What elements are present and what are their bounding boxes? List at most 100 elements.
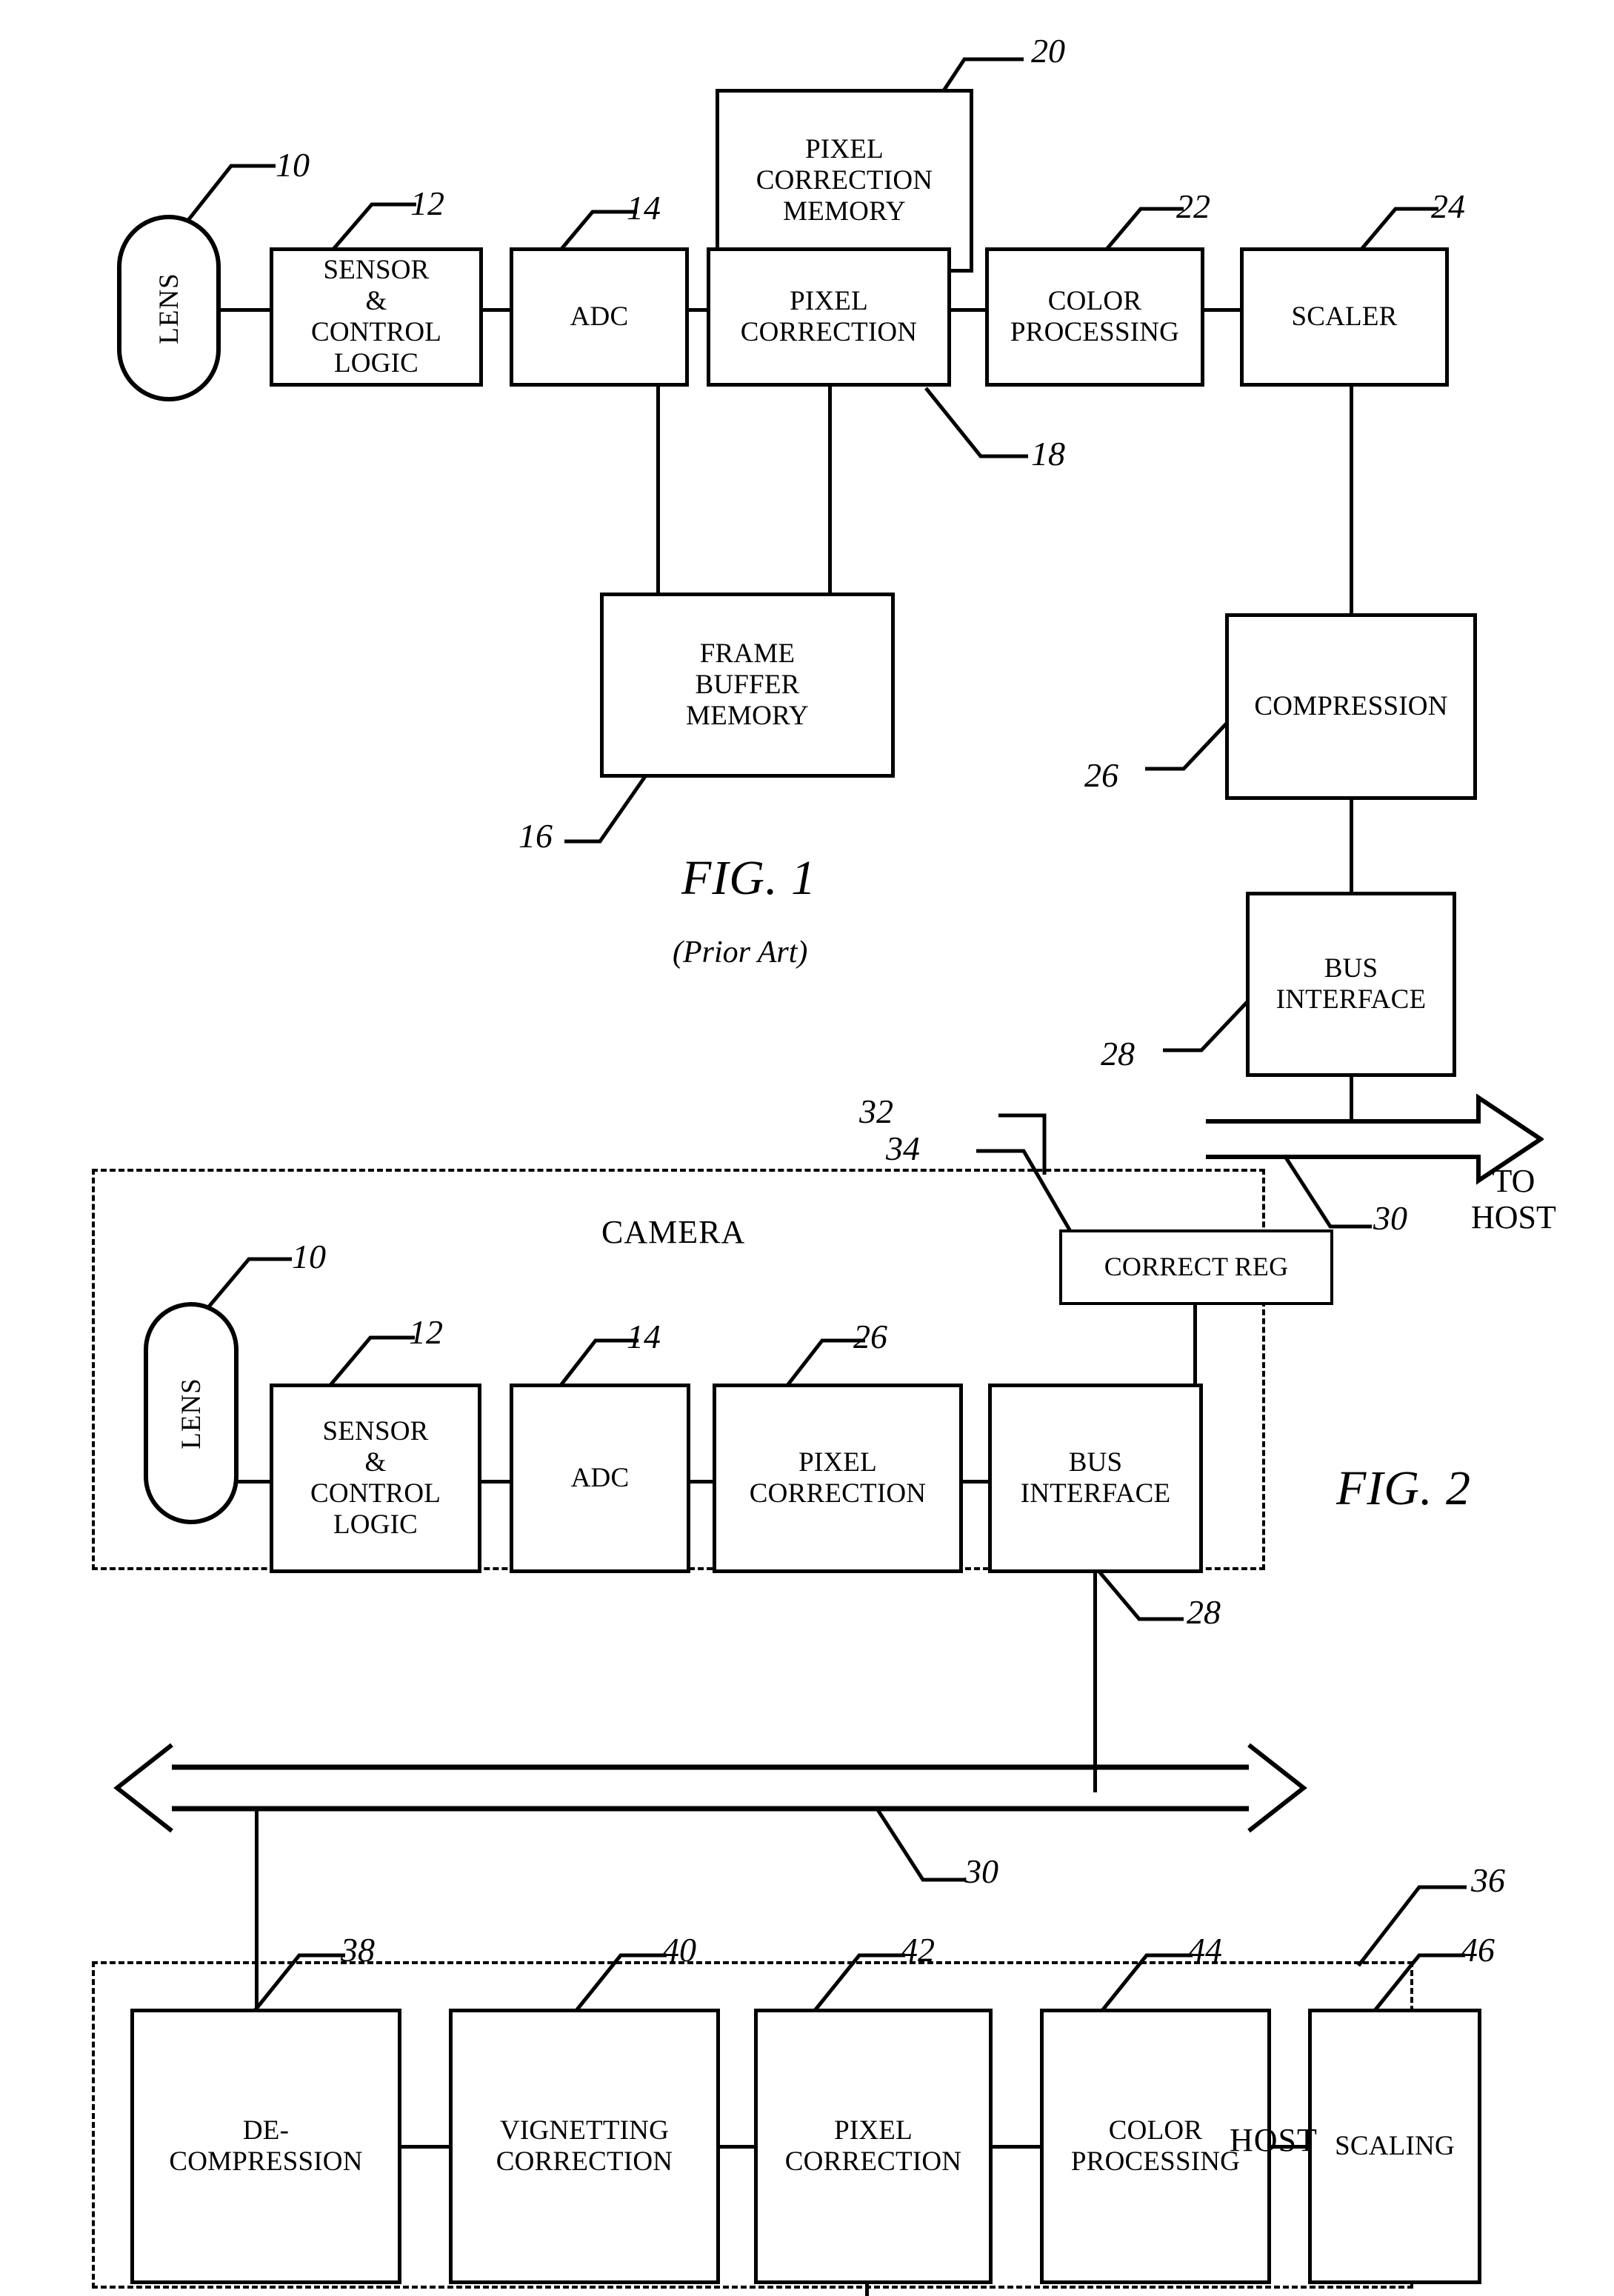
fig1-scaler-label: SCALER xyxy=(1291,301,1398,332)
fig2-leader-38 xyxy=(247,1943,356,2019)
fig1-color-processing-block: COLOR PROCESSING xyxy=(985,247,1204,387)
fig1-pixel-correction-label: PIXEL CORRECTION xyxy=(740,285,918,347)
fig2-leader-40 xyxy=(569,1943,677,2019)
fig2-refnum-10: 10 xyxy=(292,1238,326,1275)
fig2-correct-reg-block: CORRECT REG xyxy=(1059,1229,1333,1305)
fig2-sensor-control-logic-label: SENSOR & CONTROL LOGIC xyxy=(310,1415,441,1541)
fig2-refnum-14: 14 xyxy=(627,1318,661,1355)
fig2-sensor-control-logic-block: SENSOR & CONTROL LOGIC xyxy=(270,1384,481,1573)
fig1-color-processing-label: COLOR PROCESSING xyxy=(1010,285,1180,347)
fig2-refnum-38: 38 xyxy=(341,1931,375,1969)
fig2-bus-interface-block: BUS INTERFACE xyxy=(988,1384,1203,1573)
fig2-link-decompression-vignetting xyxy=(399,2145,452,2149)
fig1-sensor-control-logic-block: SENSOR & CONTROL LOGIC xyxy=(270,247,483,387)
fig2-scaling-label: SCALING xyxy=(1335,2130,1455,2161)
fig1-refnum-22: 22 xyxy=(1176,187,1210,225)
fig2-leader-42 xyxy=(807,1943,916,2019)
fig1-link-pixelcorrection-framebuffer xyxy=(828,384,832,595)
fig2-bus-interface-label: BUS INTERFACE xyxy=(1020,1446,1171,1509)
fig1-frame-buffer-memory-block: FRAME BUFFER MEMORY xyxy=(600,593,895,778)
fig2-host-label: HOST xyxy=(1230,2122,1318,2158)
fig2-adc-block: ADC xyxy=(510,1384,690,1573)
fig2-decompression-label: DE- COMPRESSION xyxy=(169,2115,363,2177)
fig1-compression-label: COMPRESSION xyxy=(1254,690,1448,721)
fig1-link-compression-businterface xyxy=(1350,797,1353,895)
fig1-adc-block: ADC xyxy=(510,247,689,387)
fig1-refnum-14: 14 xyxy=(627,189,661,227)
fig2-leader-28 xyxy=(1096,1569,1188,1631)
fig2-link-pixelcorrection-colorprocessing xyxy=(990,2145,1043,2149)
fig2-link-correctreg-businterface xyxy=(1193,1302,1197,1386)
fig1-leader-18 xyxy=(923,385,1049,467)
fig2-refnum-44: 44 xyxy=(1188,1931,1222,1969)
fig2-pixel-correction-camera-block: PIXEL CORRECTION xyxy=(713,1384,963,1573)
fig2-color-processing-label: COLOR PROCESSING xyxy=(1070,2115,1241,2177)
fig2-correct-reg-label: CORRECT REG xyxy=(1104,1252,1289,1282)
fig1-refnum-24: 24 xyxy=(1431,187,1465,225)
patent-drawing-sheet: PIXEL CORRECTION MEMORY 20 LENS 10 SENSO… xyxy=(0,0,1614,2296)
fig2-link-vignetting-pixelcorrection xyxy=(717,2145,757,2149)
fig2-lens-block: LENS xyxy=(144,1302,239,1524)
fig1-link-pixelcorrection-colorprocessing xyxy=(948,308,988,312)
fig1-refnum-16: 16 xyxy=(518,817,553,855)
fig2-link-sensor-adc xyxy=(478,1480,513,1484)
fig1-leader-16 xyxy=(561,770,650,852)
fig2-refnum-36: 36 xyxy=(1471,1861,1505,1899)
fig2-scaling-block: SCALING xyxy=(1308,2009,1481,2284)
fig2-refnum-34: 34 xyxy=(886,1129,920,1167)
fig1-caption: FIG. 1 xyxy=(681,851,816,905)
fig2-leader-44 xyxy=(1095,1943,1203,2019)
fig1-to-host-label: TO HOST xyxy=(1471,1163,1556,1236)
fig2-leader-46 xyxy=(1367,1943,1475,2019)
fig1-link-scaler-compression xyxy=(1350,384,1353,616)
fig2-refnum-26: 26 xyxy=(853,1318,887,1355)
fig2-pixel-correction-host-label: PIXEL CORRECTION xyxy=(784,2115,962,2177)
fig1-refnum-28: 28 xyxy=(1101,1035,1135,1072)
fig1-leader-30 xyxy=(1281,1152,1378,1238)
fig2-adc-label: ADC xyxy=(570,1462,630,1493)
fig1-adc-label: ADC xyxy=(570,301,629,332)
fig1-refnum-20: 20 xyxy=(1031,32,1065,70)
fig2-leader-30 xyxy=(874,1806,973,1893)
fig1-leader-28 xyxy=(1160,991,1258,1061)
fig2-refnum-30: 30 xyxy=(964,1852,998,1890)
fig1-link-sensor-adc xyxy=(480,308,513,312)
fig2-bus-arrow-bidirectional xyxy=(107,1739,1314,1837)
fig1-lens-block: LENS xyxy=(117,215,221,401)
fig2-refnum-28: 28 xyxy=(1187,1593,1221,1631)
fig1-pixel-correction-memory-block: PIXEL CORRECTION MEMORY xyxy=(716,89,973,273)
fig2-vignetting-correction-label: VIGNETTING CORRECTION xyxy=(496,2115,673,2177)
fig1-caption-subtitle: (Prior Art) xyxy=(673,935,808,970)
fig1-refnum-10: 10 xyxy=(276,146,310,184)
fig1-bus-interface-label: BUS INTERFACE xyxy=(1275,952,1427,1015)
fig2-link-adc-pixelcorrection xyxy=(687,1480,716,1484)
fig2-vignetting-correction-block: VIGNETTING CORRECTION xyxy=(449,2009,720,2284)
fig2-caption: FIG. 2 xyxy=(1336,1461,1471,1515)
fig1-bus-interface-block: BUS INTERFACE xyxy=(1246,892,1456,1077)
fig2-refnum-32: 32 xyxy=(859,1092,893,1130)
fig1-lens-label: LENS xyxy=(153,272,184,344)
fig1-scaler-block: SCALER xyxy=(1240,247,1449,387)
fig1-pixel-correction-memory-label: PIXEL CORRECTION MEMORY xyxy=(756,133,933,227)
fig2-link-pixelcorrection-businterface xyxy=(960,1480,991,1484)
fig1-sensor-control-logic-label: SENSOR & CONTROL LOGIC xyxy=(310,254,442,379)
fig1-refnum-18: 18 xyxy=(1031,435,1065,473)
fig1-compression-block: COMPRESSION xyxy=(1225,613,1477,800)
fig2-refnum-46: 46 xyxy=(1461,1931,1495,1969)
fig2-refnum-40: 40 xyxy=(662,1931,696,1969)
fig2-camera-label: CAMERA xyxy=(601,1214,746,1250)
fig2-leader-34 xyxy=(933,1121,1074,1237)
fig1-link-adc-framebuffer xyxy=(656,384,660,595)
fig2-refnum-42: 42 xyxy=(901,1931,935,1969)
fig2-lens-label: LENS xyxy=(176,1377,207,1449)
fig1-link-lens-sensor xyxy=(219,308,273,312)
fig1-refnum-12: 12 xyxy=(410,184,444,222)
fig1-pixel-correction-block: PIXEL CORRECTION xyxy=(707,247,951,387)
fig2-pixel-correction-camera-label: PIXEL CORRECTION xyxy=(749,1446,927,1509)
fig1-refnum-30: 30 xyxy=(1373,1199,1407,1237)
fig1-frame-buffer-memory-label: FRAME BUFFER MEMORY xyxy=(686,638,809,732)
fig1-refnum-26: 26 xyxy=(1084,756,1118,794)
fig2-link-lens-sensor xyxy=(237,1480,273,1484)
fig2-refnum-12: 12 xyxy=(409,1313,443,1351)
fig1-leader-26 xyxy=(1142,713,1237,779)
